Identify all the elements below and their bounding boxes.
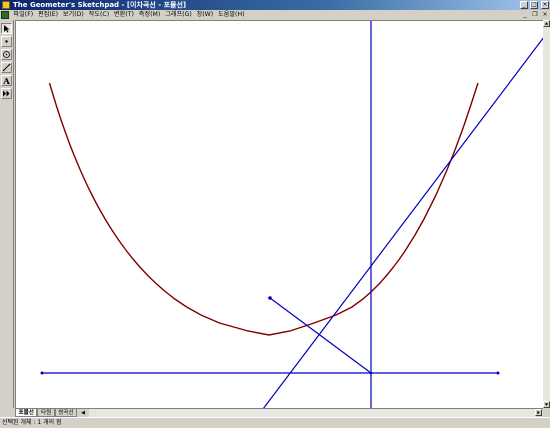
tangent-line[interactable] xyxy=(262,36,544,409)
page-tab-bar: 포물선 타원 쌍곡선 ◀ xyxy=(15,408,543,417)
scroll-down-button[interactable] xyxy=(543,401,550,408)
vertical-scrollbar[interactable] xyxy=(543,20,550,408)
menu-bar: 파일(F) 편집(E) 보기(D) 작도(C) 변환(T) 측정(M) 그래프(… xyxy=(0,10,550,20)
doc-close-button[interactable]: × xyxy=(541,11,549,19)
menu-construct[interactable]: 작도(C) xyxy=(86,10,111,20)
straightedge-tool[interactable] xyxy=(1,62,12,73)
tab-ellipse[interactable]: 타원 xyxy=(37,409,55,417)
title-bar[interactable]: The Geometer's Sketchpad - [이차곡선 - 포물선] … xyxy=(0,0,550,10)
scroll-up-button[interactable] xyxy=(543,20,550,27)
custom-tool[interactable] xyxy=(1,88,12,99)
toolbox: A xyxy=(0,20,14,408)
double-arrow-icon xyxy=(3,90,10,97)
menu-help[interactable]: 도움말(H) xyxy=(216,10,247,20)
point-icon xyxy=(5,40,8,43)
down-arrow-icon xyxy=(544,403,549,406)
tab-parabola[interactable]: 포물선 xyxy=(15,409,38,417)
doc-restore-button[interactable]: ❐ xyxy=(531,11,539,19)
directrix-right-point[interactable] xyxy=(496,371,500,375)
up-arrow-icon xyxy=(544,22,549,25)
document-icon[interactable] xyxy=(1,11,9,19)
focus-point[interactable] xyxy=(268,296,272,300)
menu-graph[interactable]: 그래프(G) xyxy=(163,10,194,20)
menu-measure[interactable]: 측정(M) xyxy=(136,10,162,20)
tab-hyperbola[interactable]: 쌍곡선 xyxy=(54,409,78,417)
menu-view[interactable]: 보기(D) xyxy=(60,10,86,20)
scroll-right-button[interactable] xyxy=(535,409,542,416)
text-icon: A xyxy=(2,77,10,85)
right-arrow-icon xyxy=(537,410,540,415)
tab-scroll-left-icon[interactable]: ◀ xyxy=(79,409,87,417)
maximize-button[interactable]: □ xyxy=(530,1,538,9)
menu-transform[interactable]: 변환(T) xyxy=(112,10,137,20)
doc-minimize-button[interactable]: _ xyxy=(521,11,529,19)
text-tool-label: A xyxy=(2,77,10,85)
sketchpad-window: The Geometer's Sketchpad - [이차곡선 - 포물선] … xyxy=(0,0,550,428)
menu-window[interactable]: 창(W) xyxy=(194,10,215,20)
text-tool[interactable]: A xyxy=(1,75,12,86)
selection-arrow-tool[interactable] xyxy=(1,23,12,34)
menu-file[interactable]: 파일(F) xyxy=(11,10,36,20)
directrix-moving-point[interactable] xyxy=(369,371,373,375)
status-bar: 선택된 개체 : 1 개의 점 xyxy=(0,417,550,428)
status-text: 선택된 개체 : 1 개의 점 xyxy=(2,419,62,426)
horizontal-scrollbar[interactable] xyxy=(89,409,535,417)
scrollbar-corner xyxy=(543,408,550,417)
menu-items: 파일(F) 편집(E) 보기(D) 작도(C) 변환(T) 측정(M) 그래프(… xyxy=(11,10,247,20)
circle-icon xyxy=(3,51,10,58)
sketch-canvas[interactable] xyxy=(15,20,544,409)
window-title: The Geometer's Sketchpad - [이차곡선 - 포물선] xyxy=(13,1,187,9)
compass-tool[interactable] xyxy=(1,49,12,60)
app-icon xyxy=(2,1,10,9)
arrow-icon xyxy=(4,25,10,33)
point-tool[interactable] xyxy=(1,36,12,47)
focus-segment[interactable] xyxy=(269,297,372,374)
sketch-drawing[interactable] xyxy=(16,21,544,409)
directrix-left-point[interactable] xyxy=(40,371,44,375)
menu-edit[interactable]: 편집(E) xyxy=(36,10,61,20)
close-button[interactable]: × xyxy=(541,1,549,9)
minimize-button[interactable]: _ xyxy=(520,1,528,9)
line-icon xyxy=(2,63,11,72)
